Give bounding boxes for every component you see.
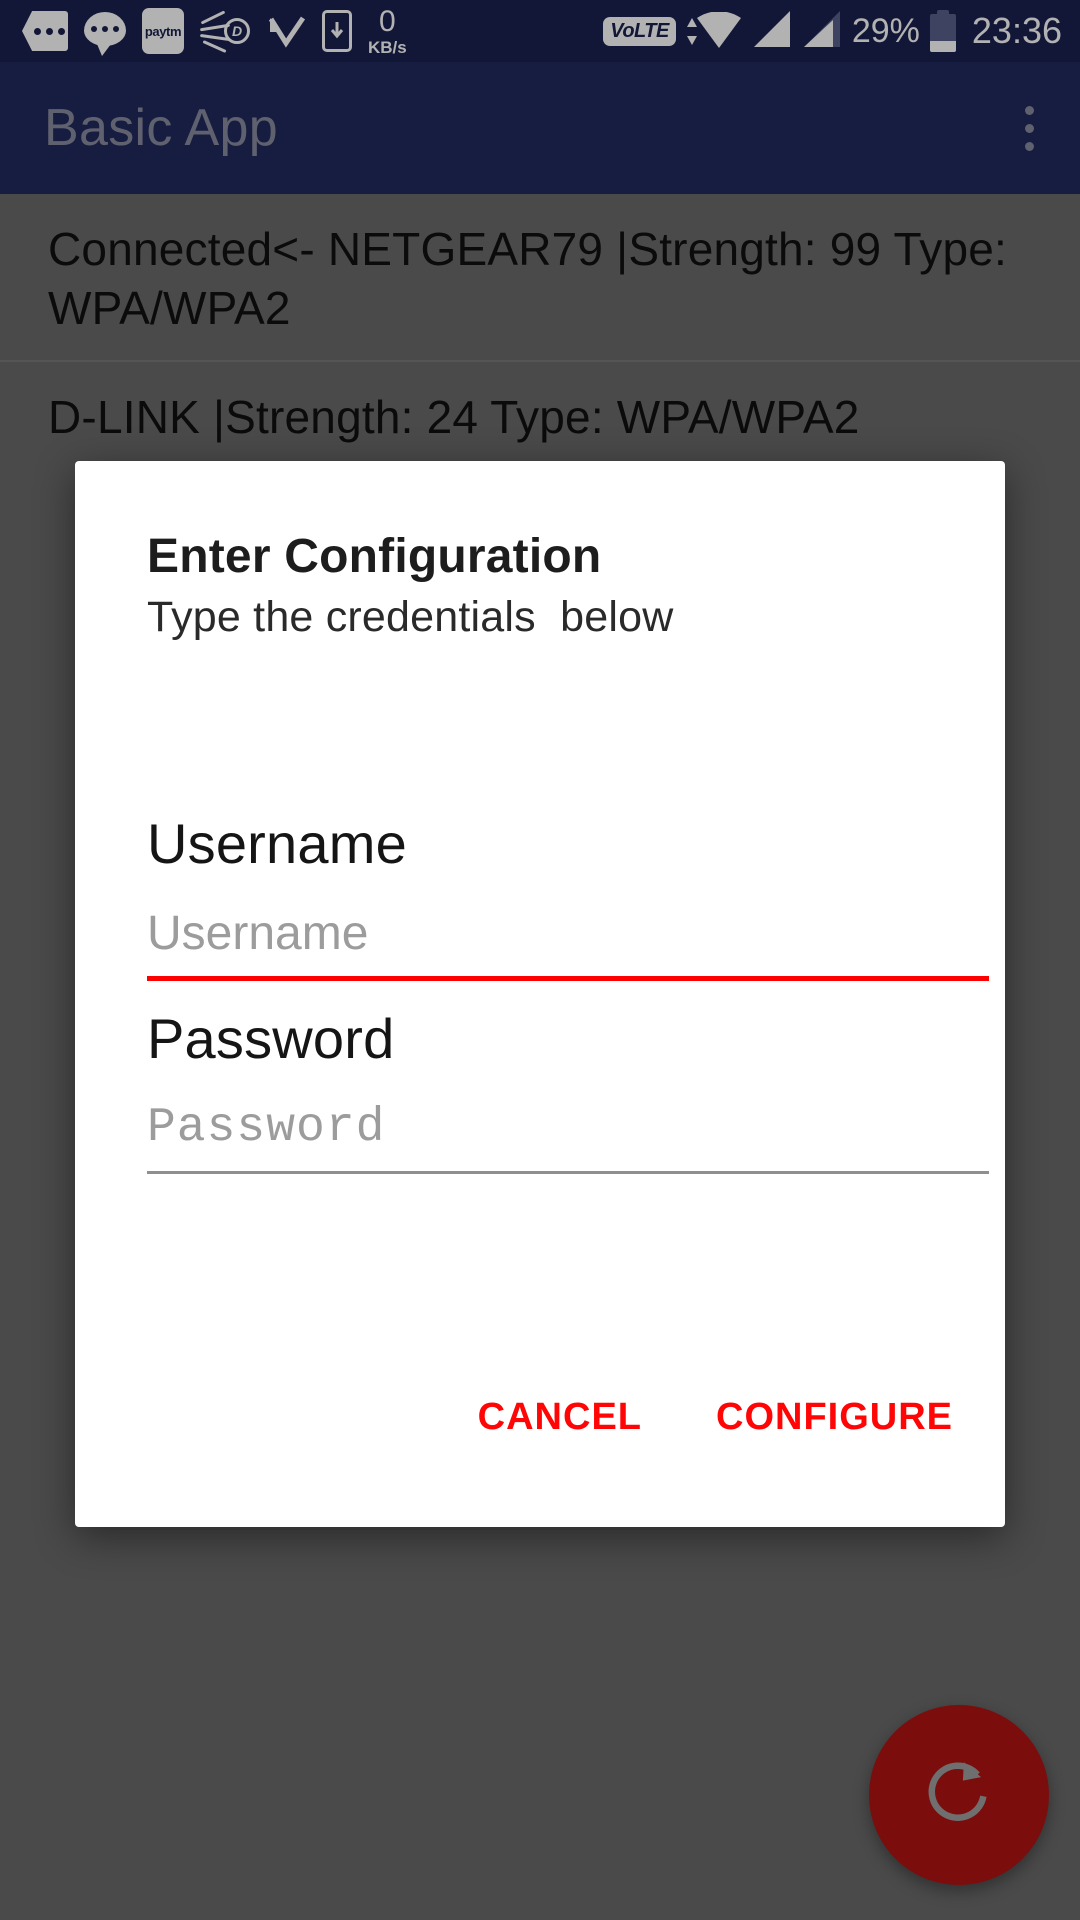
cancel-button[interactable]: CANCEL (472, 1386, 648, 1449)
password-label: Password (147, 1007, 395, 1070)
username-input[interactable] (147, 906, 989, 973)
password-input[interactable] (147, 1101, 989, 1167)
password-underline (147, 1171, 989, 1174)
dialog-body: Username Password (137, 651, 997, 1251)
dialog-action-bar: CANCEL CONFIGURE (472, 1386, 959, 1449)
dialog-subtitle: Type the credentials below (147, 593, 674, 641)
username-underline (147, 976, 989, 981)
configure-button[interactable]: CONFIGURE (710, 1386, 959, 1449)
refresh-icon (920, 1754, 998, 1837)
phone-screen: paytm D 0 KB/s VoLTE 29% 23:36 Basic App… (0, 0, 1080, 1920)
refresh-fab-button[interactable] (869, 1705, 1049, 1885)
enter-configuration-dialog: Enter Configuration Type the credentials… (75, 461, 1005, 1527)
username-label: Username (147, 812, 407, 875)
dialog-title: Enter Configuration (147, 530, 602, 583)
